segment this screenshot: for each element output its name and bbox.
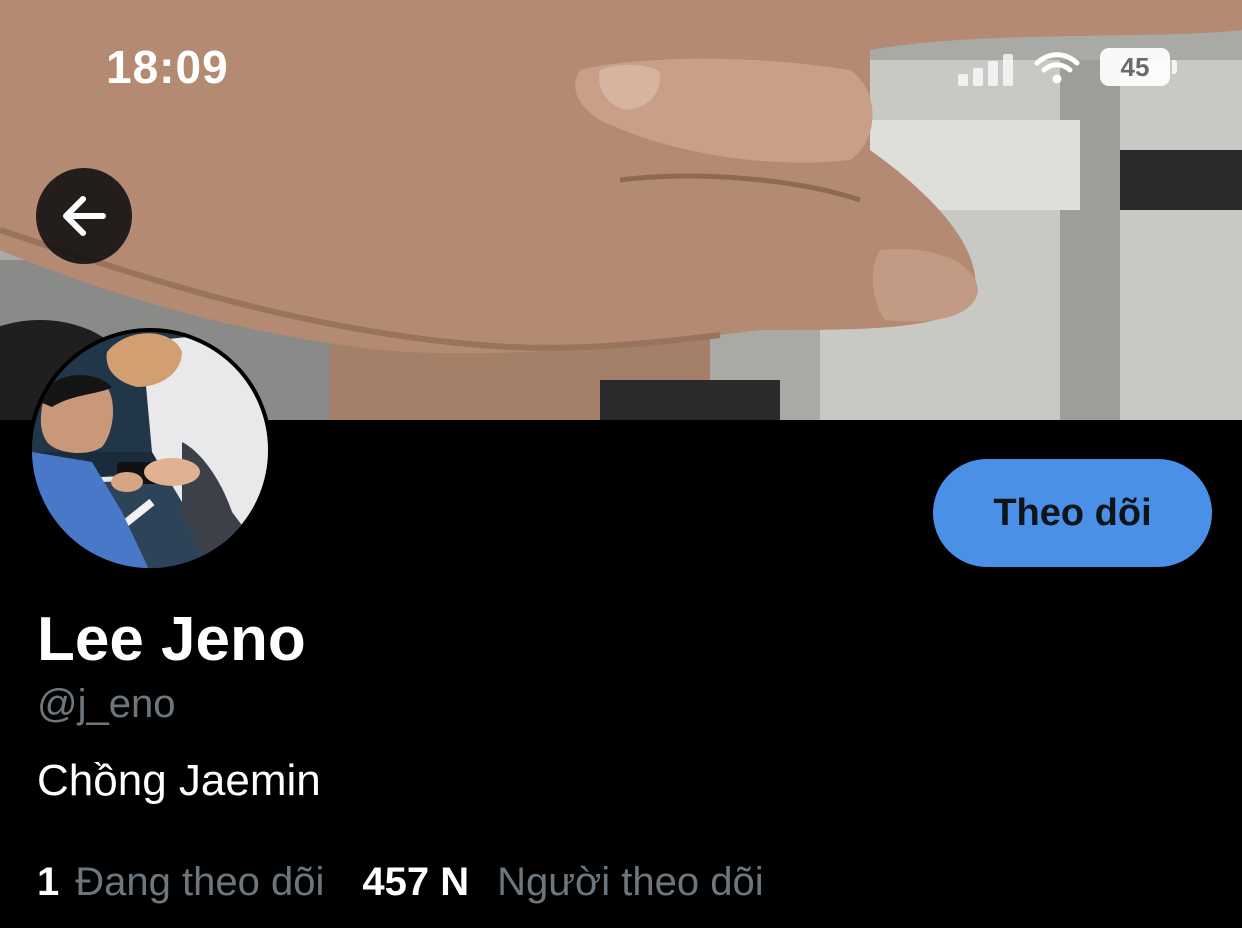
arrow-left-icon — [63, 196, 106, 236]
profile-bio: Chồng Jaemin — [37, 756, 321, 805]
avatar-photo — [32, 332, 268, 568]
status-bar-time: 18:09 — [106, 41, 229, 93]
battery-tip — [1172, 60, 1177, 74]
followers-label: Người theo dõi — [497, 860, 764, 904]
cellular-signal-icon — [958, 52, 1014, 86]
profile-screen: 18:09 45 Theo dõi Lee Jeno @j_eno Chồng … — [0, 0, 1242, 928]
following-count: 1 — [37, 860, 60, 904]
battery-indicator: 45 — [1100, 48, 1170, 86]
avatar[interactable] — [28, 328, 272, 572]
follow-button[interactable]: Theo dõi — [933, 459, 1212, 567]
followers-link[interactable]: 457 N Người theo dõi — [362, 860, 763, 905]
profile-handle: @j_eno — [37, 682, 176, 726]
profile-display-name: Lee Jeno — [37, 605, 306, 674]
following-link[interactable]: 1 Đang theo dõi — [37, 860, 324, 905]
following-label: Đang theo dõi — [75, 860, 325, 904]
wifi-icon — [1034, 52, 1080, 84]
followers-count: 457 N — [362, 860, 470, 904]
back-button[interactable] — [36, 168, 132, 264]
profile-stats: 1 Đang theo dõi 457 N Người theo dõi — [37, 860, 764, 905]
